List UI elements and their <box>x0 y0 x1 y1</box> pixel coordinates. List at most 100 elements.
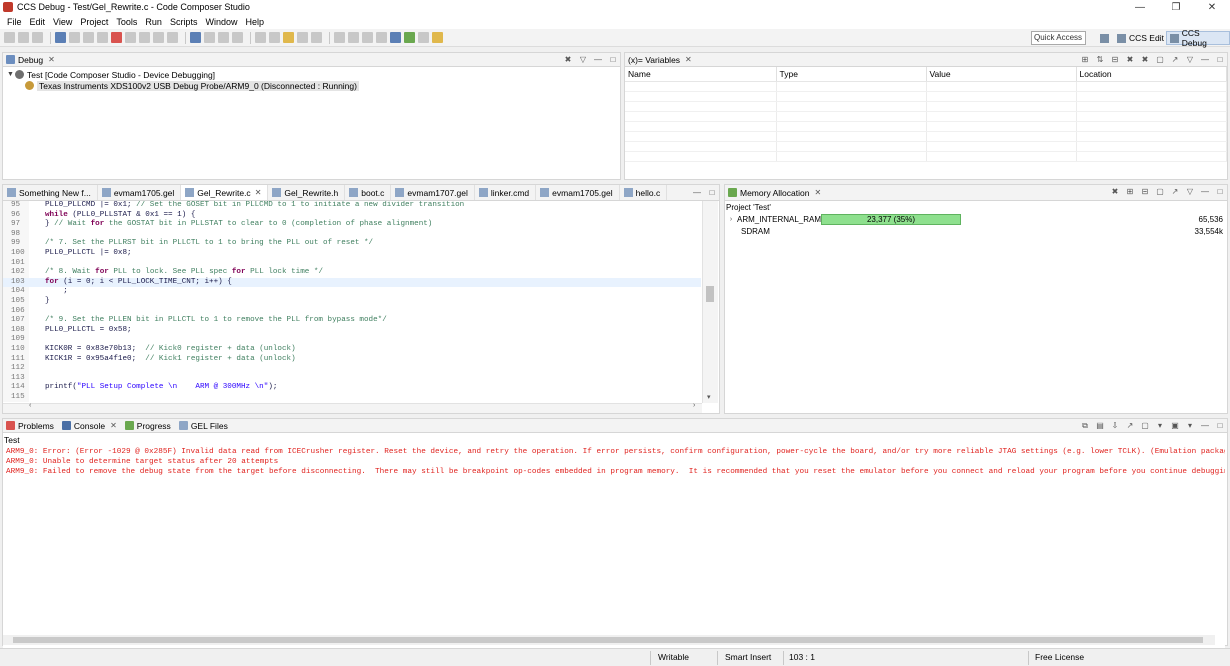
maximize-view-icon[interactable]: □ <box>707 188 717 198</box>
code-line[interactable]: 107 /* 9. Set the PLLEN bit in PLLCTL to … <box>3 316 701 326</box>
code-line[interactable]: 104 ; <box>3 287 701 297</box>
tab-problems[interactable]: Problems <box>18 421 54 431</box>
code-line[interactable]: 106 <box>3 306 701 317</box>
show-types-icon[interactable]: ⇅ <box>1095 55 1105 65</box>
scroll-lock-icon[interactable]: ⇩ <box>1110 421 1120 431</box>
copy-icon[interactable]: ⧉ <box>1080 421 1090 431</box>
code-line[interactable]: 115 <box>3 392 701 403</box>
code-line[interactable]: 112 <box>3 364 701 374</box>
new-view-icon[interactable]: ▢ <box>1155 187 1165 197</box>
step-return-icon[interactable] <box>153 32 164 43</box>
minimize-view-icon[interactable]: — <box>593 55 603 65</box>
remove-icon[interactable]: ✖ <box>1125 55 1135 65</box>
memory-row-arm-internal-ram[interactable]: › ARM_INTERNAL_RAM 23,377 (35%) 65,536 <box>725 213 1227 225</box>
editor-tab[interactable]: boot.c <box>345 185 392 200</box>
hammer-icon[interactable] <box>362 32 373 43</box>
save-icon[interactable] <box>18 32 29 43</box>
code-line[interactable]: 95 PLL0_PLLCMD |= 0x1; // Set the GOSET b… <box>3 201 701 211</box>
pin-view-icon[interactable]: ↗ <box>1170 55 1180 65</box>
collapse-all-icon[interactable]: ⊟ <box>1110 55 1120 65</box>
column-name[interactable]: Name <box>625 67 777 82</box>
close-tab-icon[interactable]: ✕ <box>48 55 55 64</box>
console-output[interactable]: ARM9_0: Error: (Error -1029 @ 0x285F) In… <box>3 447 1225 652</box>
code-line[interactable]: 100 PLL0_PLLCTL |= 0x8; <box>3 248 701 259</box>
quick-access-input[interactable]: Quick Access <box>1031 31 1086 45</box>
menu-run[interactable]: Run <box>141 17 166 27</box>
display-console-icon[interactable]: ▢ <box>1140 421 1150 431</box>
watchpoint-icon[interactable] <box>269 32 280 43</box>
remove-launch-icon[interactable]: ✖ <box>563 55 573 65</box>
tree-item-target[interactable]: Texas Instruments XDS100v2 USB Debug Pro… <box>7 80 616 91</box>
debug-tab-label[interactable]: Debug <box>18 55 43 65</box>
minimize-view-icon[interactable]: — <box>1200 55 1210 65</box>
maximize-view-icon[interactable]: □ <box>608 55 618 65</box>
scroll-right-icon[interactable]: › <box>693 402 695 409</box>
tools-icon[interactable] <box>283 32 294 43</box>
code-line[interactable]: 102 /* 8. Wait for PLL to lock. See PLL s… <box>3 268 701 278</box>
column-value[interactable]: Value <box>926 67 1077 82</box>
pin-console-icon[interactable]: ↗ <box>1125 421 1135 431</box>
minimize-button[interactable]: — <box>1122 0 1158 14</box>
open-perspective-icon[interactable] <box>1097 31 1115 45</box>
code-line[interactable]: 101 <box>3 258 701 269</box>
menu-view[interactable]: View <box>49 17 76 27</box>
menu-scripts[interactable]: Scripts <box>166 17 202 27</box>
expand-all-icon[interactable]: ⊞ <box>1125 187 1135 197</box>
maximize-button[interactable]: ❐ <box>1158 0 1194 14</box>
tab-progress[interactable]: Progress <box>137 421 171 431</box>
resume-icon[interactable] <box>83 32 94 43</box>
close-tab-icon[interactable]: ✕ <box>814 188 821 197</box>
dropdown-arrow-icon[interactable]: ▾ <box>1185 421 1195 431</box>
terminate-icon[interactable] <box>111 32 122 43</box>
menu-help[interactable]: Help <box>241 17 268 27</box>
new-view-icon[interactable]: ▢ <box>1155 55 1165 65</box>
code-line[interactable]: 105} <box>3 296 701 307</box>
clear-icon[interactable]: ✖ <box>1110 187 1120 197</box>
code-line[interactable]: 96 while (PLL0_PLLSTAT & 0x1 == 1) { <box>3 210 701 221</box>
code-line[interactable]: 109 <box>3 335 701 345</box>
scroll-down-icon[interactable]: ▾ <box>707 393 711 401</box>
code-line[interactable]: 108 PLL0_PLLCTL = 0x58; <box>3 325 701 336</box>
code-line[interactable]: 113 <box>3 373 701 384</box>
forward-icon[interactable] <box>348 32 359 43</box>
assembly-step-icon[interactable] <box>167 32 178 43</box>
pin-view-icon[interactable]: ↗ <box>1170 187 1180 197</box>
editor-tab[interactable]: evmam1707.gel <box>391 185 475 200</box>
perspective-ccs-debug[interactable]: CCS Debug <box>1166 28 1230 48</box>
step-into-icon[interactable] <box>125 32 136 43</box>
tree-item-launch[interactable]: ▼ Test [Code Composer Studio - Device De… <box>7 69 616 80</box>
vertical-scrollbar[interactable]: ▾ <box>702 201 718 403</box>
load-program-icon[interactable] <box>218 32 229 43</box>
editor-tab-active[interactable]: Gel_Rewrite.c ✕ <box>181 185 269 200</box>
expand-chevron-icon[interactable]: › <box>725 216 737 223</box>
open-console-icon[interactable]: ▣ <box>1170 421 1180 431</box>
code-line[interactable]: 98 <box>3 229 701 240</box>
code-line-current[interactable]: 103 for (i = 0; i < PLL_LOCK_TIME_CNT; i+… <box>3 277 701 288</box>
remove-all-icon[interactable]: ✖ <box>1140 55 1150 65</box>
code-line[interactable]: 114 printf("PLL Setup Complete \n ARM @ 3… <box>3 383 701 393</box>
scrollbar-thumb[interactable] <box>13 637 1203 643</box>
perspective-ccs-edit[interactable]: CCS Edit <box>1114 31 1167 45</box>
maximize-view-icon[interactable]: □ <box>1215 421 1225 431</box>
console-horizontal-scrollbar[interactable] <box>3 635 1215 645</box>
editor-tab[interactable]: evmam1705.gel <box>98 185 182 200</box>
editor-tab[interactable]: hello.c <box>620 185 668 200</box>
build-icon[interactable] <box>376 32 387 43</box>
minimize-view-icon[interactable]: — <box>692 188 702 198</box>
editor-tab[interactable]: Gel_Rewrite.h <box>268 185 346 200</box>
menu-tools[interactable]: Tools <box>112 17 141 27</box>
dropdown-arrow-icon[interactable] <box>232 32 243 43</box>
close-button[interactable]: ✕ <box>1194 0 1230 14</box>
horizontal-scrollbar[interactable]: ‹ › <box>3 402 702 413</box>
close-tab-icon[interactable]: ✕ <box>255 188 262 197</box>
collapse-all-icon[interactable]: ⊟ <box>1140 187 1150 197</box>
save-all-icon[interactable] <box>32 32 43 43</box>
scroll-left-icon[interactable]: ‹ <box>29 402 31 409</box>
editor-tab[interactable]: evmam1705.gel <box>536 185 620 200</box>
status-license[interactable]: Free License <box>1035 652 1084 662</box>
breakpoint-icon[interactable] <box>255 32 266 43</box>
view-menu-icon[interactable]: ▽ <box>1185 55 1195 65</box>
menu-file[interactable]: File <box>3 17 26 27</box>
minimize-view-icon[interactable]: — <box>1200 421 1210 431</box>
new-icon[interactable] <box>4 32 15 43</box>
